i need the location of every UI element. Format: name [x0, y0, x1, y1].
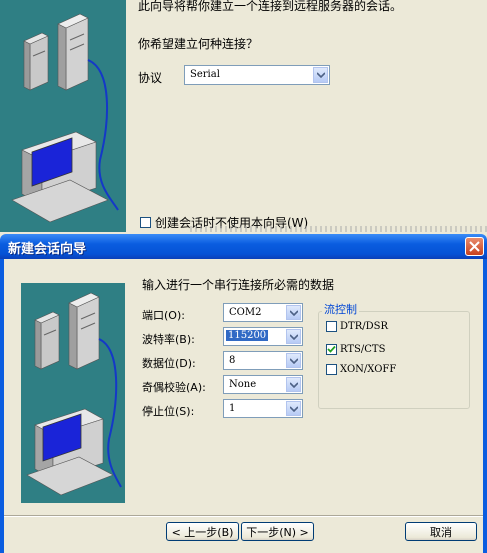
window-frame-right — [483, 259, 487, 553]
cancel-button[interactable]: 取消 — [405, 522, 477, 541]
data-bits-select[interactable]: 8 — [223, 351, 303, 370]
no-wizard-checkbox[interactable] — [140, 217, 151, 228]
chevron-down-icon[interactable] — [286, 353, 301, 368]
data-bits-label: 数据位(D): — [142, 357, 196, 370]
flow-option-dtr-dsr[interactable]: DTR/DSR — [326, 321, 388, 332]
stop-bits-label: 停止位(S): — [142, 405, 195, 418]
dialog-client-area: 输入进行一个串行连接所必需的数据 端口(O): COM2 波特率(B): 115… — [4, 259, 483, 553]
dtr-dsr-checkbox[interactable] — [326, 321, 337, 332]
background-wizard-window: 此向导将帮你建立一个连接到远程服务器的会话。 你希望建立何种连接？ 协议 Ser… — [0, 0, 487, 232]
next-button[interactable]: 下一步(N) > — [241, 522, 314, 541]
server-computer-illustration — [0, 0, 126, 232]
dtr-dsr-label: DTR/DSR — [340, 321, 388, 332]
flow-option-xon-xoff[interactable]: XON/XOFF — [326, 364, 396, 375]
rts-cts-checkbox[interactable] — [326, 344, 337, 355]
flow-control-title: 流控制 — [322, 301, 359, 317]
port-select[interactable]: COM2 — [223, 303, 303, 322]
xon-xoff-checkbox[interactable] — [326, 364, 337, 375]
dialog-title: 新建会话向导 — [8, 242, 87, 257]
chevron-down-icon[interactable] — [286, 329, 301, 344]
protocol-value: Serial — [190, 69, 220, 80]
rts-cts-label: RTS/CTS — [340, 344, 386, 355]
server-computer-illustration — [21, 283, 125, 503]
chevron-down-icon[interactable] — [286, 401, 301, 416]
parity-select[interactable]: None — [223, 375, 303, 394]
network-illustration-icon — [11, 13, 119, 223]
data-bits-value: 8 — [229, 355, 236, 366]
baud-rate-value: 115200 — [226, 330, 269, 341]
protocol-label: 协议 — [138, 71, 163, 85]
stop-bits-select[interactable]: 1 — [223, 399, 303, 418]
background-divider — [190, 226, 487, 232]
port-label: 端口(O): — [142, 309, 185, 322]
close-icon — [469, 241, 480, 252]
title-bar[interactable]: 新建会话向导 — [0, 234, 487, 259]
close-button[interactable] — [465, 237, 484, 256]
baud-rate-label: 波特率(B): — [142, 333, 195, 346]
chevron-down-icon[interactable] — [286, 377, 301, 392]
port-value: COM2 — [229, 307, 262, 318]
button-separator — [4, 515, 483, 517]
protocol-select[interactable]: Serial — [184, 65, 330, 85]
back-button[interactable]: < 上一步(B) — [166, 522, 239, 541]
serial-settings-heading: 输入进行一个串行连接所必需的数据 — [142, 278, 335, 292]
parity-value: None — [229, 379, 257, 390]
chevron-down-icon[interactable] — [313, 67, 328, 83]
stop-bits-value: 1 — [229, 403, 236, 414]
parity-label: 奇偶校验(A): — [142, 381, 206, 394]
network-illustration-icon — [26, 292, 122, 496]
intro-text: 此向导将帮你建立一个连接到远程服务器的会话。 — [138, 0, 403, 13]
checkmark-icon — [327, 345, 336, 353]
baud-rate-select[interactable]: 115200 — [223, 327, 303, 346]
connection-question: 你希望建立何种连接？ — [138, 37, 259, 51]
new-session-wizard-dialog: 新建会话向导 输入进行一个串行连接所必需的数据 端口(O): COM2 波特率(… — [0, 234, 487, 553]
xon-xoff-label: XON/XOFF — [340, 364, 397, 375]
chevron-down-icon[interactable] — [286, 305, 301, 320]
flow-option-rts-cts[interactable]: RTS/CTS — [326, 344, 385, 355]
